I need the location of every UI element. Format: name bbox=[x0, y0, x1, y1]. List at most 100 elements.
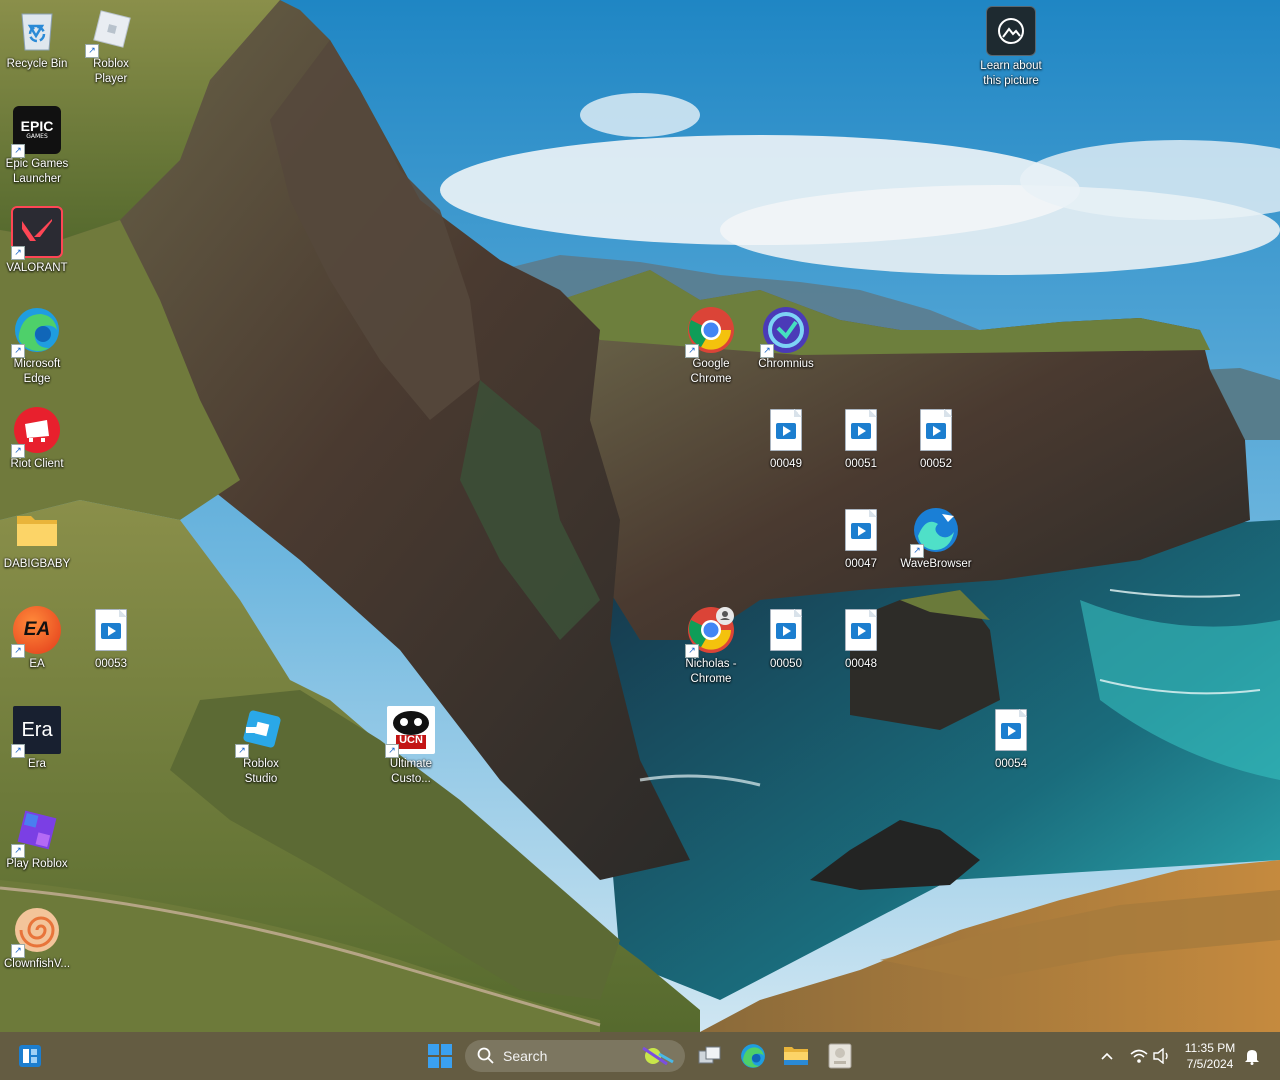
taskbar-edge-button[interactable] bbox=[737, 1040, 769, 1072]
video-file-icon bbox=[837, 406, 885, 454]
shortcut-arrow-icon: ↗ bbox=[685, 644, 699, 658]
folder-icon bbox=[13, 506, 61, 554]
desktop-icon-video-00051[interactable]: 00051 bbox=[824, 406, 898, 472]
icon-label: Ultimate Custo... bbox=[389, 758, 433, 785]
video-file-icon bbox=[987, 706, 1035, 754]
volume-button[interactable] bbox=[1152, 1046, 1172, 1066]
icon-label: 00053 bbox=[95, 658, 127, 670]
network-button[interactable] bbox=[1129, 1046, 1149, 1066]
riot-client-icon: ↗ bbox=[11, 406, 61, 458]
shortcut-arrow-icon: ↗ bbox=[760, 344, 774, 358]
shortcut-arrow-icon: ↗ bbox=[385, 744, 399, 758]
wifi-icon bbox=[1130, 1049, 1148, 1063]
wallpaper-landscape bbox=[0, 0, 1280, 1032]
taskbar: Search 11:35 PM 7/5/2024 bbox=[0, 1032, 1280, 1080]
desktop-icon-google-chrome[interactable]: ↗ Google Chrome bbox=[674, 306, 748, 387]
video-file-icon bbox=[837, 606, 885, 654]
valorant-icon: ↗ bbox=[11, 206, 63, 260]
desktop-icon-clownfish[interactable]: ↗ ClownfishV... bbox=[0, 906, 74, 972]
shortcut-arrow-icon: ↗ bbox=[910, 544, 924, 558]
desktop-icon-video-00052[interactable]: 00052 bbox=[899, 406, 973, 472]
taskbar-app-button[interactable] bbox=[824, 1040, 856, 1072]
shortcut-arrow-icon: ↗ bbox=[11, 344, 25, 358]
file-explorer-icon bbox=[784, 1047, 808, 1065]
desktop-icon-nicholas-chrome[interactable]: ↗ Nicholas - Chrome bbox=[674, 606, 748, 687]
video-file-icon bbox=[837, 506, 885, 554]
task-view-icon bbox=[698, 1046, 721, 1064]
desktop-icon-roblox-player[interactable]: ↗ Roblox Player bbox=[74, 6, 148, 87]
system-clock[interactable]: 11:35 PM 7/5/2024 bbox=[1180, 1040, 1240, 1072]
era-icon: Era ↗ bbox=[11, 706, 61, 758]
desktop-icon-video-00050[interactable]: 00050 bbox=[749, 606, 823, 672]
desktop-icon-video-00049[interactable]: 00049 bbox=[749, 406, 823, 472]
app-icon bbox=[828, 1043, 852, 1069]
notifications-button[interactable] bbox=[1242, 1046, 1262, 1066]
task-view-button[interactable] bbox=[694, 1040, 726, 1072]
desktop-icon-wavebrowser[interactable]: ↗ WaveBrowser bbox=[899, 506, 973, 572]
icon-label: 00052 bbox=[920, 458, 952, 470]
desktop-icon-valorant[interactable]: ↗ VALORANT bbox=[0, 206, 74, 276]
desktop-icon-riot-client[interactable]: ↗ Riot Client bbox=[0, 406, 74, 472]
shortcut-arrow-icon: ↗ bbox=[11, 644, 25, 658]
icon-label: WaveBrowser bbox=[900, 558, 972, 570]
video-file-icon bbox=[762, 606, 810, 654]
speaker-icon bbox=[1153, 1048, 1168, 1064]
desktop-icon-play-roblox[interactable]: ↗ Play Roblox bbox=[0, 806, 74, 872]
icon-label: Recycle Bin bbox=[6, 58, 68, 70]
wavebrowser-icon: ↗ bbox=[910, 506, 960, 558]
shortcut-arrow-icon: ↗ bbox=[11, 144, 25, 158]
icon-label: Microsoft Edge bbox=[13, 358, 61, 385]
icon-label: Riot Client bbox=[10, 458, 64, 470]
widgets-icon bbox=[19, 1045, 41, 1067]
windows-logo-icon bbox=[428, 1044, 452, 1068]
taskbar-search-box[interactable]: Search bbox=[465, 1040, 685, 1072]
shortcut-arrow-icon: ↗ bbox=[11, 844, 25, 858]
icon-label: Era bbox=[28, 758, 46, 770]
icon-label: EA bbox=[29, 658, 45, 670]
icon-label: DABIGBABY bbox=[3, 558, 71, 570]
shortcut-arrow-icon: ↗ bbox=[11, 246, 25, 260]
video-file-icon bbox=[762, 406, 810, 454]
desktop-icon-video-00054[interactable]: 00054 bbox=[974, 706, 1048, 772]
desktop-icon-chromnius[interactable]: ↗ Chromnius bbox=[749, 306, 823, 372]
start-button[interactable] bbox=[424, 1040, 456, 1072]
search-icon bbox=[477, 1047, 494, 1064]
desktop-icon-roblox-studio[interactable]: ↗ Roblox Studio bbox=[224, 706, 298, 787]
play-roblox-icon: ↗ bbox=[11, 806, 61, 858]
desktop-icon-video-00048[interactable]: 00048 bbox=[824, 606, 898, 672]
roblox-studio-icon: ↗ bbox=[235, 706, 285, 758]
desktop-icon-recycle-bin[interactable]: Recycle Bin bbox=[0, 6, 74, 72]
shortcut-arrow-icon: ↗ bbox=[85, 44, 99, 58]
icon-label: Learn about this picture bbox=[980, 60, 1042, 87]
edge-icon bbox=[741, 1044, 765, 1068]
icon-label: 00047 bbox=[845, 558, 877, 570]
edge-icon: ↗ bbox=[11, 306, 61, 358]
desktop-icon-era[interactable]: Era ↗ Era bbox=[0, 706, 74, 772]
shortcut-arrow-icon: ↗ bbox=[685, 344, 699, 358]
icon-label: 00051 bbox=[845, 458, 877, 470]
ucn-game-icon: UCN ↗ bbox=[385, 706, 435, 758]
clock-date: 7/5/2024 bbox=[1186, 1057, 1234, 1071]
icon-label: Chromnius bbox=[758, 358, 814, 370]
desktop-icon-learn-about-picture[interactable]: Learn about this picture bbox=[974, 6, 1048, 89]
desktop-icon-epic-games[interactable]: EPIC GAMES ↗ Epic Games Launcher bbox=[0, 106, 74, 187]
desktop-icon-ultimate-custom-night[interactable]: UCN ↗ Ultimate Custo... bbox=[374, 706, 448, 787]
bell-icon bbox=[1245, 1050, 1259, 1065]
desktop-icon-microsoft-edge[interactable]: ↗ Microsoft Edge bbox=[0, 306, 74, 387]
icon-label: 00054 bbox=[995, 758, 1027, 770]
desktop-icon-video-00053[interactable]: 00053 bbox=[74, 606, 148, 672]
chevron-up-icon bbox=[1101, 1052, 1113, 1060]
desktop-icon-video-00047[interactable]: 00047 bbox=[824, 506, 898, 572]
video-file-icon bbox=[87, 606, 135, 654]
icon-label: Nicholas - Chrome bbox=[685, 658, 737, 685]
shortcut-arrow-icon: ↗ bbox=[235, 744, 249, 758]
chromnius-icon: ↗ bbox=[760, 306, 810, 358]
show-hidden-icons-button[interactable] bbox=[1097, 1046, 1117, 1066]
desktop-icon-dabigbaby-folder[interactable]: DABIGBABY bbox=[0, 506, 74, 572]
icon-label: VALORANT bbox=[6, 262, 68, 274]
search-highlight-icon bbox=[642, 1046, 674, 1066]
taskbar-file-explorer-button[interactable] bbox=[780, 1040, 812, 1072]
recycle-bin-icon bbox=[13, 6, 61, 54]
widgets-button[interactable] bbox=[14, 1040, 46, 1072]
desktop-icon-ea[interactable]: EA ↗ EA bbox=[0, 606, 74, 672]
